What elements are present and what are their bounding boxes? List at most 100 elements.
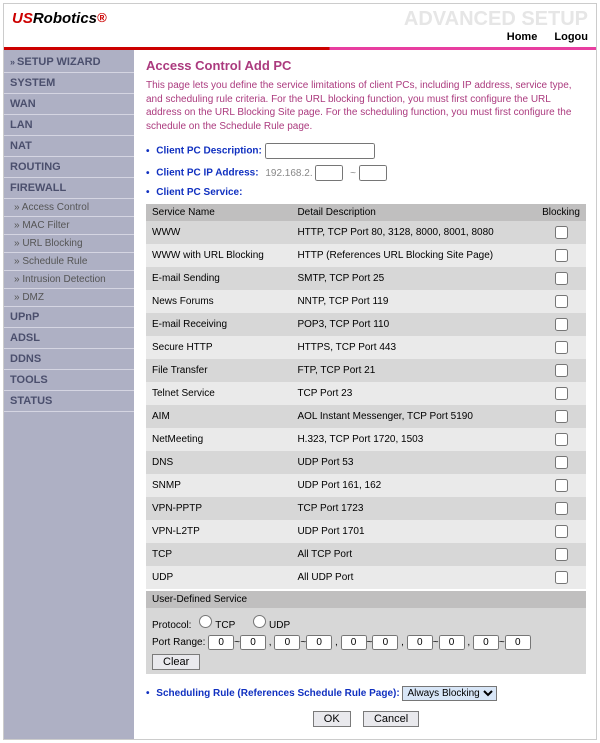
- client-desc-label: Client PC Description:: [156, 146, 262, 157]
- sidebar-sub-dmz[interactable]: » DMZ: [4, 289, 134, 307]
- service-name-cell: E-mail Sending: [146, 267, 291, 290]
- blocking-checkbox[interactable]: [555, 433, 568, 446]
- port-range-start[interactable]: [473, 635, 499, 650]
- port-range-end[interactable]: [505, 635, 531, 650]
- scheduling-rule-select[interactable]: Always Blocking: [402, 686, 497, 701]
- ok-button[interactable]: OK: [313, 711, 351, 727]
- client-desc-input[interactable]: [265, 143, 375, 159]
- service-row: File TransferFTP, TCP Port 21: [146, 359, 586, 382]
- sidebar-setup-wizard[interactable]: »SETUP WIZARD: [4, 52, 134, 73]
- bottom-buttons: OK Cancel: [146, 711, 586, 727]
- blocking-checkbox[interactable]: [555, 272, 568, 285]
- main-content: Access Control Add PC This page lets you…: [134, 50, 596, 739]
- blocking-checkbox[interactable]: [555, 502, 568, 515]
- sidebar-group-system[interactable]: SYSTEM: [4, 73, 134, 94]
- service-row: Secure HTTPHTTPS, TCP Port 443: [146, 336, 586, 359]
- service-name-cell: SNMP: [146, 474, 291, 497]
- client-service-label: Client PC Service:: [156, 187, 242, 198]
- service-blocking-cell: [536, 428, 586, 451]
- sidebar-group-firewall[interactable]: FIREWALL: [4, 178, 134, 199]
- service-blocking-cell: [536, 566, 586, 589]
- service-row: WWWHTTP, TCP Port 80, 3128, 8000, 8001, …: [146, 221, 586, 244]
- service-detail-cell: HTTP, TCP Port 80, 3128, 8000, 8001, 808…: [291, 221, 536, 244]
- port-range-start[interactable]: [274, 635, 300, 650]
- service-name-cell: TCP: [146, 543, 291, 566]
- logout-link[interactable]: Logou: [554, 31, 588, 43]
- blocking-checkbox[interactable]: [555, 525, 568, 538]
- sidebar-sub-mac-filter[interactable]: » MAC Filter: [4, 217, 134, 235]
- user-defined-section: User-Defined Service Protocol: TCP UDP P…: [146, 591, 586, 674]
- service-blocking-cell: [536, 336, 586, 359]
- blocking-checkbox[interactable]: [555, 364, 568, 377]
- service-row: VPN-PPTPTCP Port 1723: [146, 497, 586, 520]
- sidebar-group-ddns[interactable]: DDNS: [4, 349, 134, 370]
- sidebar-group-wan[interactable]: WAN: [4, 94, 134, 115]
- service-blocking-cell: [536, 290, 586, 313]
- ip-prefix: 192.168.2.: [265, 168, 312, 179]
- port-range-end[interactable]: [372, 635, 398, 650]
- brand-logo: USRobotics®: [12, 10, 107, 27]
- sidebar-group-routing[interactable]: ROUTING: [4, 157, 134, 178]
- bullet-icon: •: [146, 688, 150, 699]
- service-detail-cell: UDP Port 53: [291, 451, 536, 474]
- blocking-checkbox[interactable]: [555, 249, 568, 262]
- sidebar-group-tools[interactable]: TOOLS: [4, 370, 134, 391]
- service-name-cell: WWW: [146, 221, 291, 244]
- port-range-end[interactable]: [306, 635, 332, 650]
- service-blocking-cell: [536, 221, 586, 244]
- service-blocking-cell: [536, 313, 586, 336]
- client-service-header: • Client PC Service:: [146, 187, 586, 198]
- protocol-udp-option[interactable]: UDP: [248, 620, 290, 631]
- blocking-checkbox[interactable]: [555, 548, 568, 561]
- service-blocking-cell: [536, 382, 586, 405]
- sidebar-group-nat[interactable]: NAT: [4, 136, 134, 157]
- service-row: E-mail SendingSMTP, TCP Port 25: [146, 267, 586, 290]
- sidebar-group-upnp[interactable]: UPnP: [4, 307, 134, 328]
- service-detail-cell: SMTP, TCP Port 25: [291, 267, 536, 290]
- chevron-right-icon: »: [10, 57, 15, 67]
- blocking-checkbox[interactable]: [555, 571, 568, 584]
- service-detail-cell: TCP Port 1723: [291, 497, 536, 520]
- range-separator: ,: [332, 637, 340, 648]
- sidebar-group-status[interactable]: STATUS: [4, 391, 134, 412]
- service-blocking-cell: [536, 543, 586, 566]
- service-table: Service Name Detail Description Blocking…: [146, 204, 586, 589]
- blocking-checkbox[interactable]: [555, 387, 568, 400]
- service-name-cell: DNS: [146, 451, 291, 474]
- sidebar-group-adsl[interactable]: ADSL: [4, 328, 134, 349]
- protocol-tcp-option[interactable]: TCP: [194, 620, 235, 631]
- client-ip-row: • Client PC IP Address: 192.168.2. ~: [146, 165, 586, 181]
- service-row: AIMAOL Instant Messenger, TCP Port 5190: [146, 405, 586, 428]
- blocking-checkbox[interactable]: [555, 456, 568, 469]
- protocol-tcp-radio[interactable]: [199, 615, 212, 628]
- service-row: News ForumsNNTP, TCP Port 119: [146, 290, 586, 313]
- port-range-start[interactable]: [407, 635, 433, 650]
- ip-end-input[interactable]: [359, 165, 387, 181]
- col-detail: Detail Description: [291, 204, 536, 221]
- service-name-cell: VPN-L2TP: [146, 520, 291, 543]
- sidebar-sub-access-control[interactable]: » Access Control: [4, 199, 134, 217]
- protocol-udp-radio[interactable]: [253, 615, 266, 628]
- sidebar-sub-url-blocking[interactable]: » URL Blocking: [4, 235, 134, 253]
- home-link[interactable]: Home: [507, 31, 538, 43]
- cancel-button[interactable]: Cancel: [363, 711, 419, 727]
- sidebar-sub-intrusion-detection[interactable]: » Intrusion Detection: [4, 271, 134, 289]
- clear-button[interactable]: Clear: [152, 654, 200, 670]
- port-range-start[interactable]: [341, 635, 367, 650]
- ip-start-input[interactable]: [315, 165, 343, 181]
- blocking-checkbox[interactable]: [555, 479, 568, 492]
- service-blocking-cell: [536, 405, 586, 428]
- divider-bar: [4, 47, 596, 50]
- blocking-checkbox[interactable]: [555, 226, 568, 239]
- blocking-checkbox[interactable]: [555, 295, 568, 308]
- port-range-end[interactable]: [439, 635, 465, 650]
- service-blocking-cell: [536, 359, 586, 382]
- port-range-end[interactable]: [240, 635, 266, 650]
- sidebar-group-lan[interactable]: LAN: [4, 115, 134, 136]
- sidebar-sub-schedule-rule[interactable]: » Schedule Rule: [4, 253, 134, 271]
- port-range-start[interactable]: [208, 635, 234, 650]
- service-name-cell: AIM: [146, 405, 291, 428]
- blocking-checkbox[interactable]: [555, 410, 568, 423]
- blocking-checkbox[interactable]: [555, 318, 568, 331]
- blocking-checkbox[interactable]: [555, 341, 568, 354]
